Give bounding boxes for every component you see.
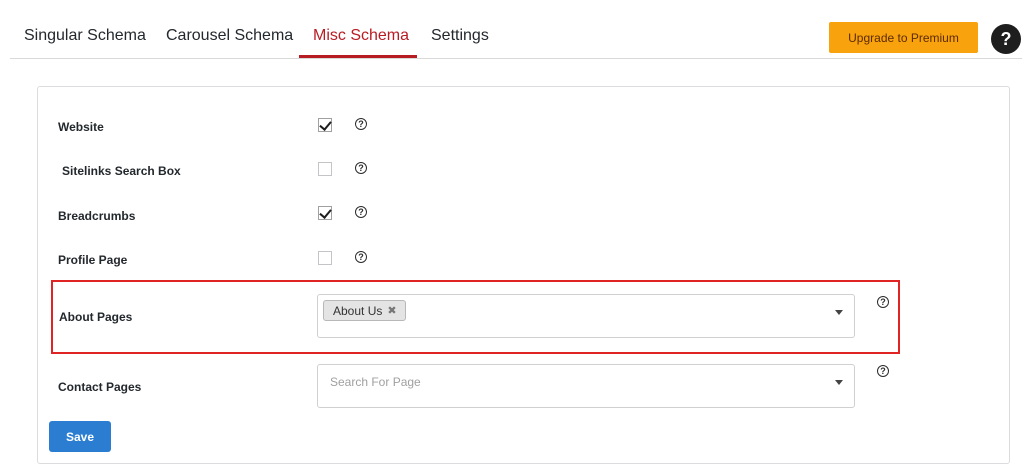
about-pages-label: About Pages (59, 310, 133, 324)
profile-page-checkbox[interactable] (318, 251, 332, 265)
about-pages-help-icon[interactable]: ? (877, 296, 889, 308)
website-help-icon[interactable]: ? (355, 118, 367, 130)
breadcrumbs-label: Breadcrumbs (58, 209, 136, 223)
chevron-down-icon[interactable] (835, 310, 843, 315)
breadcrumbs-help-icon[interactable]: ? (355, 206, 367, 218)
sitelinks-search-box-label: Sitelinks Search Box (62, 164, 181, 178)
save-button[interactable]: Save (49, 421, 111, 452)
profile-page-help-icon[interactable]: ? (355, 251, 367, 263)
breadcrumbs-checkbox[interactable] (318, 206, 332, 220)
website-label: Website (58, 120, 104, 134)
contact-pages-label: Contact Pages (58, 380, 142, 394)
active-tab-indicator (299, 55, 417, 58)
tab-settings[interactable]: Settings (431, 27, 489, 45)
upgrade-to-premium-button[interactable]: Upgrade to Premium (829, 22, 978, 53)
tab-carousel-schema[interactable]: Carousel Schema (166, 27, 293, 45)
contact-pages-select[interactable]: Search For Page (317, 364, 855, 408)
profile-page-label: Profile Page (58, 253, 128, 267)
chevron-down-icon[interactable] (835, 380, 843, 385)
about-pages-select[interactable]: About Us ✖ (317, 294, 855, 338)
sitelinks-search-box-checkbox[interactable] (318, 162, 332, 176)
about-pages-selected-tag: About Us ✖ (323, 300, 406, 321)
tab-misc-schema[interactable]: Misc Schema (313, 27, 409, 45)
help-icon[interactable]: ? (991, 24, 1021, 54)
about-pages-tag-label: About Us (333, 303, 383, 318)
remove-tag-icon[interactable]: ✖ (387, 304, 396, 317)
contact-pages-help-icon[interactable]: ? (877, 365, 889, 377)
website-checkbox[interactable] (318, 118, 332, 132)
contact-pages-placeholder: Search For Page (330, 375, 421, 389)
tab-singular-schema[interactable]: Singular Schema (24, 27, 146, 45)
sitelinks-search-box-help-icon[interactable]: ? (355, 162, 367, 174)
